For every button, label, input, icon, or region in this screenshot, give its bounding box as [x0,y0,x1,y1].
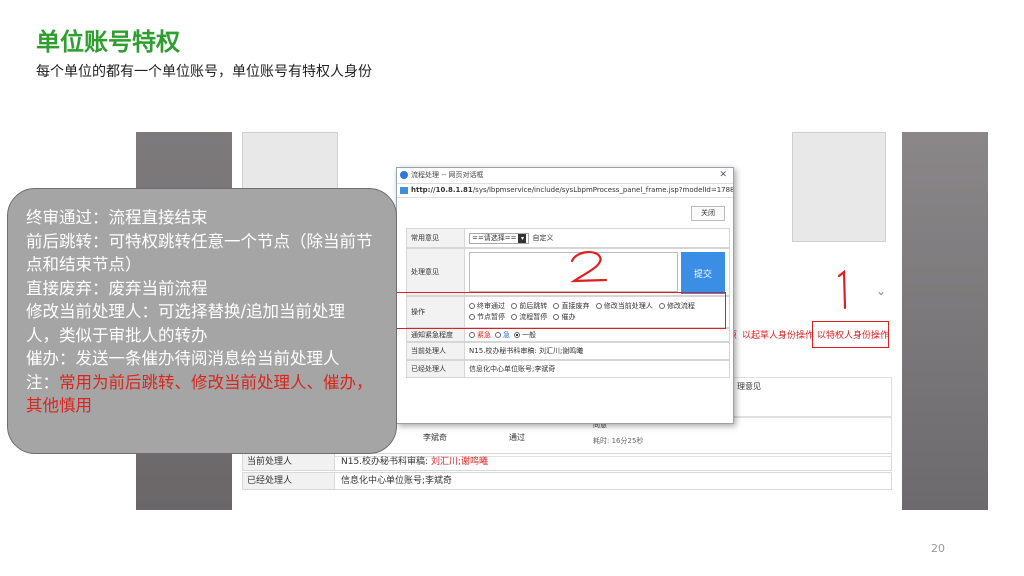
explanation-callout: 终审通过：流程直接结束 前后跳转：可特权跳转任意一个节点（除当前节点和结束节点）… [7,188,397,454]
close-button[interactable]: 关闭 [691,206,725,221]
submit-button[interactable]: 提交 [681,252,725,294]
callout-line: 修改当前处理人：可选择替换/追加当前处理人，类似于审批人的转办 [26,302,346,345]
gray-panel [242,132,338,192]
url-host: http://10.8.1.81 [411,186,473,194]
common-opinion-row: 常用意见 ==请选择== ▾ 自定义 [406,228,730,248]
callout-line: 前后跳转：可特权跳转任意一个节点（除当前节点和结束节点） [26,231,373,275]
urgency-row: 通知紧急程度 紧急 急 一般 [406,328,730,342]
annotation-drafter: 以起草人身份操作 [742,331,815,341]
current-handler-row: 当前处理人 N15.校办秘书科审稿: 刘汇川;谢鸣曦 [242,453,892,471]
row-action: 通过 [509,433,525,442]
common-opinion-select[interactable]: ==请选择== ▾ [469,232,530,244]
close-x-icon[interactable]: ✕ [719,168,727,183]
slide-subtitle: 每个单位的都有一个单位账号，单位账号有特权人身份 [36,64,372,80]
slide-title: 单位账号特权 [36,28,180,56]
radio-normal[interactable]: 一般 [514,330,536,340]
radio-urgent[interactable]: 紧急 [469,330,491,340]
custom-link[interactable]: 自定义 [532,233,553,243]
page-icon [400,187,408,194]
past-handler-row: 已经处理人 信息化中心单位账号;李斌奇 [242,472,892,490]
opinion-column: 理意见 [737,382,761,391]
operation-highlight-box [395,292,726,329]
dialog-past-handler-row: 已经处理人 信息化中心单位账号;李斌奇 [406,360,730,378]
annotation-privileged: 以特权人身份操作 [817,331,890,341]
callout-line: 催办：发送一条催办待阅消息给当前处理人 [26,349,340,368]
dialog-title: 流程处理 -- 网页对话框 [411,171,484,179]
chevron-down-icon[interactable]: ⌄ [876,284,886,298]
chevron-down-icon: ▾ [518,233,527,243]
handwritten-number-2 [570,251,608,283]
dialog-url-bar: http://10.8.1.81/sys/lbpmservice/include… [397,184,733,198]
right-backdrop [902,132,988,510]
ie-icon [400,171,408,179]
callout-note: 注：常用为前后跳转、修改当前处理人、催办，其他慎用 [26,372,373,416]
row-time: 耗时: 16分25秒 [593,437,644,445]
callout-line: 直接废弃：废弃当前流程 [26,278,208,298]
row-user: 李斌奇 [423,433,447,442]
gray-panel [792,132,886,242]
url-path: /sys/lbpmservice/include/sysLbpmProcess_… [472,186,733,194]
handwritten-number-1 [837,270,847,310]
radio-hurry[interactable]: 急 [495,330,510,340]
dialog-current-handler-row: 当前处理人 N15.校办秘书科审稿: 刘汇川;谢鸣曦 [406,342,730,360]
page-number: 20 [931,542,945,555]
dialog-titlebar: 流程处理 -- 网页对话框 ✕ [397,168,733,184]
callout-line: 终审通过：流程直接结束 [26,208,208,227]
